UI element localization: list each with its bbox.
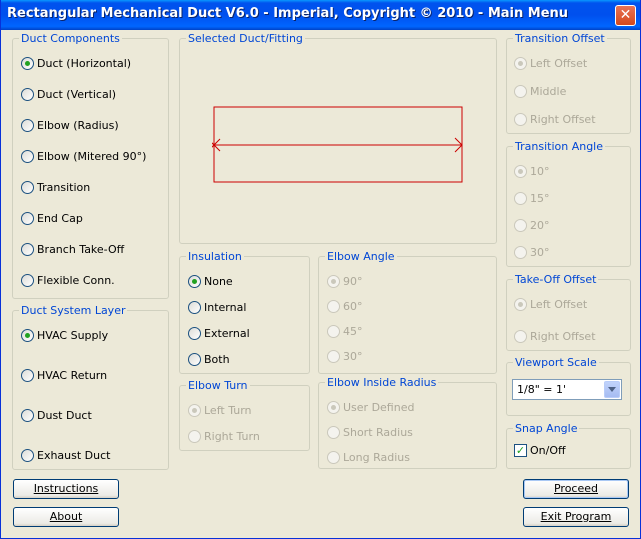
duct-system-layer-label: Duct System Layer xyxy=(19,304,128,317)
radio-icon xyxy=(327,300,340,313)
option-label: Right Offset xyxy=(530,113,596,126)
radio-icon xyxy=(188,353,201,366)
radio-icon xyxy=(327,325,340,338)
option-label: 10° xyxy=(530,165,550,178)
option-label: Internal xyxy=(204,301,247,314)
snap-angle-checkbox-label: On/Off xyxy=(530,444,566,457)
radio-icon xyxy=(21,449,34,462)
radio-icon xyxy=(21,88,34,101)
option-label: Elbow (Mitered 90°) xyxy=(37,150,147,163)
radio-icon xyxy=(327,350,340,363)
option-label: Long Radius xyxy=(343,451,410,464)
radio-icon xyxy=(514,219,527,232)
chevron-down-icon[interactable] xyxy=(604,381,620,398)
option-label: Duct (Vertical) xyxy=(37,88,117,101)
radio-checked-icon xyxy=(327,401,340,414)
radio-checked-icon xyxy=(514,57,527,70)
radio-icon xyxy=(188,327,201,340)
option-label: Left Offset xyxy=(530,298,588,311)
insulation-label: Insulation xyxy=(186,250,244,263)
elbow-turn-label: Elbow Turn xyxy=(186,379,250,392)
radio-icon xyxy=(514,192,527,205)
option-label: 90° xyxy=(343,275,363,288)
radio-icon xyxy=(21,181,34,194)
option-label: 60° xyxy=(343,300,363,313)
option-label: 30° xyxy=(343,350,363,363)
option-label: HVAC Return xyxy=(37,369,108,382)
takeoff-offset-label: Take-Off Offset xyxy=(513,273,599,286)
option-label: 45° xyxy=(343,325,363,338)
radio-checked-icon xyxy=(514,298,527,311)
transition-angle-label: Transition Angle xyxy=(513,140,605,153)
snap-angle-label: Snap Angle xyxy=(513,422,580,435)
option-label: None xyxy=(204,275,233,288)
option-label: Elbow (Radius) xyxy=(37,119,119,132)
option-label: Duct (Horizontal) xyxy=(37,57,132,70)
radio-icon xyxy=(21,369,34,382)
radio-icon xyxy=(514,85,527,98)
radio-checked-icon xyxy=(188,275,201,288)
elbow-angle-label: Elbow Angle xyxy=(325,250,397,263)
option-label: User Defined xyxy=(343,401,415,414)
main-window: Rectangular Mechanical Duct V6.0 - Imper… xyxy=(0,0,641,539)
option-label: Dust Duct xyxy=(37,409,92,422)
option-label: Transition xyxy=(37,181,91,194)
option-label: Right Offset xyxy=(530,330,596,343)
radio-icon xyxy=(21,243,34,256)
option-label: Middle xyxy=(530,85,567,98)
radio-checked-icon xyxy=(21,57,34,70)
option-label: Left Turn xyxy=(204,404,252,417)
proceed-button[interactable]: Proceed xyxy=(523,479,629,499)
radio-icon xyxy=(514,246,527,259)
duct-preview xyxy=(212,106,463,183)
window-title: Rectangular Mechanical Duct V6.0 - Imper… xyxy=(7,6,569,21)
duct-components-group: Duct Components xyxy=(12,32,169,299)
radio-icon xyxy=(188,301,201,314)
instructions-button[interactable]: Instructions xyxy=(13,479,119,499)
option-label: End Cap xyxy=(37,212,83,225)
radio-icon xyxy=(21,150,34,163)
option-label: Both xyxy=(204,353,230,366)
selected-fitting-label: Selected Duct/Fitting xyxy=(186,32,305,45)
option-label: 30° xyxy=(530,246,550,259)
radio-checked-icon xyxy=(514,165,527,178)
radio-icon xyxy=(188,430,201,443)
option-label: Flexible Conn. xyxy=(37,274,115,287)
radio-icon xyxy=(514,330,527,343)
radio-icon xyxy=(21,119,34,132)
option-label: Branch Take-Off xyxy=(37,243,125,256)
option-label: Short Radius xyxy=(343,426,413,439)
option-label: Exhaust Duct xyxy=(37,449,111,462)
viewport-scale-dropdown[interactable]: 1/8" = 1' xyxy=(512,379,622,400)
radio-checked-icon xyxy=(327,275,340,288)
radio-icon xyxy=(327,451,340,464)
elbow-inside-radius-label: Elbow Inside Radius xyxy=(325,376,439,389)
viewport-scale-value: 1/8" = 1' xyxy=(517,383,566,396)
close-icon: ✕ xyxy=(619,7,632,23)
radio-icon xyxy=(21,274,34,287)
radio-icon xyxy=(21,212,34,225)
close-button[interactable]: ✕ xyxy=(615,5,636,26)
radio-checked-icon xyxy=(21,329,34,342)
exit-program-button[interactable]: Exit Program xyxy=(523,507,629,527)
transition-offset-label: Transition Offset xyxy=(513,32,607,45)
option-label: External xyxy=(204,327,250,340)
option-label: 15° xyxy=(530,192,550,205)
option-label: HVAC Supply xyxy=(37,329,109,342)
radio-checked-icon xyxy=(188,404,201,417)
duct-components-label: Duct Components xyxy=(19,32,122,45)
option-label: Right Turn xyxy=(204,430,260,443)
viewport-scale-label: Viewport Scale xyxy=(513,356,599,369)
checkmark-icon: ✓ xyxy=(514,444,527,457)
title-bar[interactable]: Rectangular Mechanical Duct V6.0 - Imper… xyxy=(1,0,640,30)
option-label: Left Offset xyxy=(530,57,588,70)
option-label: 20° xyxy=(530,219,550,232)
radio-icon xyxy=(327,426,340,439)
about-button[interactable]: About xyxy=(13,507,119,527)
radio-icon xyxy=(21,409,34,422)
radio-icon xyxy=(514,113,527,126)
